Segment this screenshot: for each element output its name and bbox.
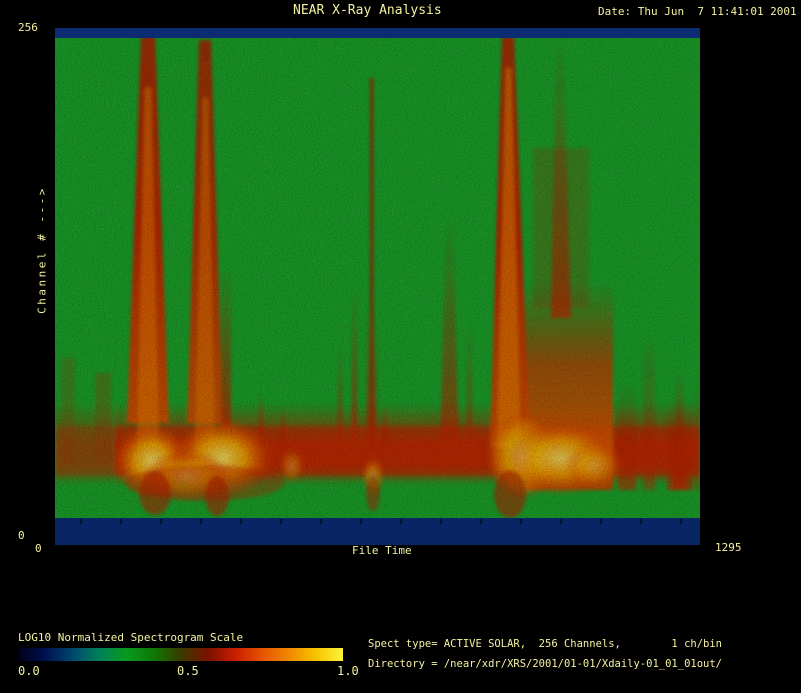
x-axis-title: File Time <box>352 545 412 557</box>
spectrogram-canvas <box>55 28 700 545</box>
near-xray-analysis-window: NEAR X-Ray Analysis Date: Thu Jun 7 11:4… <box>0 0 801 693</box>
colorbar <box>18 648 343 661</box>
header-date: Date: Thu Jun 7 11:41:01 2001 <box>598 6 797 18</box>
spect-info-type: Spect type= ACTIVE SOLAR, 256 Channels, … <box>368 638 722 650</box>
y-axis-max-label: 256 <box>18 22 38 34</box>
colorbar-tick-mid: 0.5 <box>177 665 199 678</box>
colorbar-tick-max: 1.0 <box>337 665 359 678</box>
spect-info-directory: Directory = /near/xdr/XRS/2001/01-01/Xda… <box>368 658 722 670</box>
y-axis-title: Channel # ---> <box>36 186 49 314</box>
colorbar-title: LOG10 Normalized Spectrogram Scale <box>18 632 243 644</box>
x-axis-max-label: 1295 <box>715 542 742 554</box>
y-axis-min-label: 0 <box>18 530 25 542</box>
spectrogram-plot <box>55 28 700 545</box>
x-axis-min-label: 0 <box>35 543 42 555</box>
colorbar-tick-min: 0.0 <box>18 665 40 678</box>
page-title: NEAR X-Ray Analysis <box>293 4 442 18</box>
